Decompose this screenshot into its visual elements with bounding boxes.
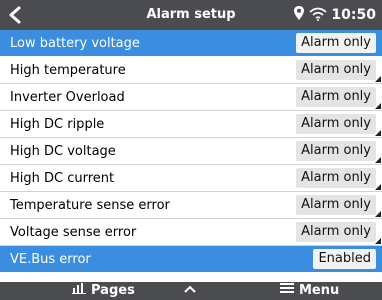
status-area: 10:50	[293, 0, 376, 30]
list-item-low-battery-voltage[interactable]: Low battery voltage Alarm only	[0, 30, 382, 57]
pages-icon	[72, 282, 86, 300]
row-label: Low battery voltage	[10, 36, 140, 51]
row-label: High DC current	[10, 171, 115, 186]
value-selector[interactable]: Alarm only	[296, 87, 376, 107]
top-bar: Alarm setup 10:50	[0, 0, 382, 30]
row-label: VE.Bus error	[10, 252, 91, 267]
value-selector[interactable]: Alarm only	[296, 222, 376, 242]
bottom-bar: Pages Menu	[0, 282, 382, 300]
row-label: High DC voltage	[10, 144, 116, 159]
row-label: High temperature	[10, 63, 126, 78]
list-item-voltage-sense-error[interactable]: Voltage sense error Alarm only	[0, 219, 382, 246]
pages-label: Pages	[91, 283, 135, 298]
dropdown-corner-icon	[375, 76, 381, 82]
up-button[interactable]	[183, 282, 197, 300]
row-label: Voltage sense error	[10, 225, 137, 240]
list-item-vebus-error[interactable]: VE.Bus error Enabled	[0, 246, 382, 273]
alarm-list: Low battery voltage Alarm only High temp…	[0, 30, 382, 273]
value-selector[interactable]: Alarm only	[296, 195, 376, 215]
dropdown-corner-icon	[375, 238, 381, 244]
list-item-high-dc-current[interactable]: High DC current Alarm only	[0, 165, 382, 192]
menu-icon	[280, 282, 294, 300]
clock: 10:50	[331, 7, 376, 23]
value-selector[interactable]: Alarm only	[296, 33, 376, 53]
dropdown-corner-icon	[375, 157, 381, 163]
wifi-icon	[309, 6, 327, 25]
dropdown-corner-icon	[375, 211, 381, 217]
row-label: Inverter Overload	[10, 90, 125, 105]
list-item-inverter-overload[interactable]: Inverter Overload Alarm only	[0, 84, 382, 111]
value-selector[interactable]: Alarm only	[296, 168, 376, 188]
value-selector[interactable]: Alarm only	[296, 141, 376, 161]
up-icon	[183, 282, 197, 300]
dropdown-corner-icon	[375, 103, 381, 109]
list-item-high-dc-voltage[interactable]: High DC voltage Alarm only	[0, 138, 382, 165]
list-item-high-temperature[interactable]: High temperature Alarm only	[0, 57, 382, 84]
list-item-high-dc-ripple[interactable]: High DC ripple Alarm only	[0, 111, 382, 138]
value-selector[interactable]: Enabled	[313, 249, 376, 269]
row-label: Temperature sense error	[10, 198, 170, 213]
menu-label: Menu	[299, 283, 340, 298]
list-item-temperature-sense-error[interactable]: Temperature sense error Alarm only	[0, 192, 382, 219]
dropdown-corner-icon	[375, 184, 381, 190]
value-selector[interactable]: Alarm only	[296, 114, 376, 134]
dropdown-corner-icon	[375, 130, 381, 136]
pages-button[interactable]: Pages	[72, 282, 135, 300]
value-selector[interactable]: Alarm only	[296, 60, 376, 80]
menu-button[interactable]: Menu	[280, 282, 339, 300]
row-label: High DC ripple	[10, 117, 105, 132]
location-icon	[293, 5, 305, 25]
